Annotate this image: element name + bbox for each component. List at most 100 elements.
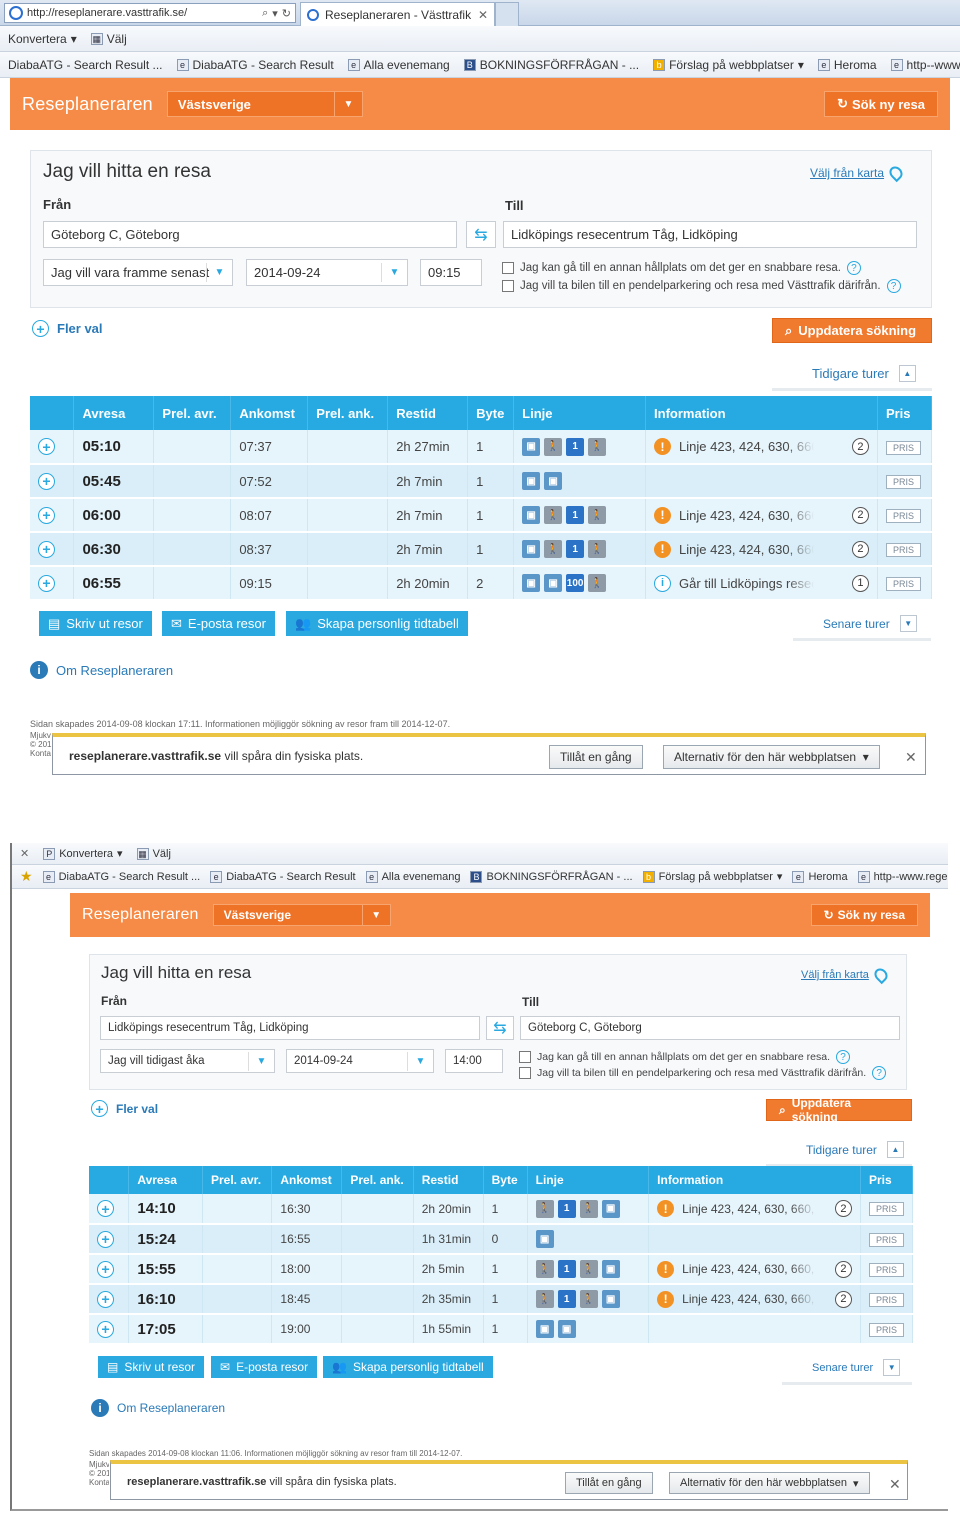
col-duration[interactable]: Restid	[387, 396, 469, 430]
update-search-button[interactable]: ⌕ Uppdatera sökning	[772, 318, 932, 343]
info-count-badge[interactable]: 2	[834, 1200, 852, 1217]
time-input[interactable]: 09:15	[420, 259, 482, 286]
site-options-button[interactable]: Alternativ för den här webbplatsen ▾	[669, 1472, 870, 1494]
from-input[interactable]: Lidköpings resecentrum Tåg, Lidköping	[100, 1016, 480, 1040]
personal-timetable-button[interactable]: 👥 Skapa personlig tidtabell	[286, 611, 468, 636]
warning-icon[interactable]: !	[654, 438, 672, 455]
info-count-badge[interactable]: 2	[851, 506, 869, 524]
favorite-item[interactable]: B BOKNINGSFÖRFRÅGAN - ...	[463, 58, 639, 72]
expand-row-icon[interactable]: +	[38, 540, 55, 558]
col-prel-departure[interactable]: Prel. avr.	[153, 396, 232, 430]
col-changes[interactable]: Byte	[467, 396, 515, 430]
swap-button[interactable]: ⇆	[486, 1016, 514, 1040]
info-count-badge[interactable]: 2	[851, 540, 869, 558]
park-and-ride-checkbox[interactable]: Jag vill ta bilen till en pendelparkerin…	[502, 279, 901, 293]
price-button[interactable]: PRIS	[885, 509, 921, 523]
table-row[interactable]: +06:00 08:07 2h 7min 1 ▣ 🚶 1 🚶! Linje 423, 424, …	[30, 498, 933, 533]
help-icon[interactable]: ?	[886, 279, 901, 293]
new-search-button[interactable]: ↻ Sök ny resa	[824, 91, 938, 117]
table-row[interactable]: +06:55 09:15 2h 20min 2 ▣ ▣ 100 🚶 i Går till Lidk…	[30, 566, 933, 601]
table-row[interactable]: +05:45 07:52 2h 7min 1 ▣ ▣ PRIS	[30, 464, 933, 499]
expand-row-icon[interactable]: +	[38, 438, 55, 455]
warning-icon[interactable]: !	[654, 506, 672, 524]
more-options-link[interactable]: + Fler val	[32, 320, 103, 337]
table-row[interactable]: +16:10 18:45 2h 35min 1 🚶 1 🚶 ▣! Linje 423, 424,…	[89, 1284, 914, 1315]
help-icon[interactable]: ?	[836, 1050, 851, 1064]
expand-row-icon[interactable]: +	[38, 574, 55, 592]
about-link[interactable]: i Om Reseplaneraren	[91, 1399, 225, 1417]
price-button[interactable]: PRIS	[885, 577, 921, 591]
walk-other-stop-checkbox[interactable]: Jag kan gå till en annan hållplats om de…	[502, 261, 861, 275]
site-options-button[interactable]: Alternativ för den här webbplatsen ▾	[663, 745, 880, 769]
help-icon[interactable]: ?	[846, 261, 861, 275]
expand-row-icon[interactable]: +	[97, 1260, 114, 1278]
price-button[interactable]: PRIS	[868, 1322, 904, 1337]
table-row[interactable]: +17:05 19:00 1h 55min 1 ▣ ▣ PRIS	[89, 1314, 914, 1345]
convert-button[interactable]: Konvertera ▾	[8, 32, 77, 46]
favorite-item[interactable]: DiabaATG - Search Result ...	[8, 58, 163, 72]
later-trips-link[interactable]: Senare turer ▼	[782, 1355, 912, 1385]
region-select[interactable]: Västsverige ▼	[212, 904, 391, 926]
to-input[interactable]: Göteborg C, Göteborg	[520, 1016, 900, 1040]
close-icon[interactable]: ✕	[905, 749, 917, 766]
to-input[interactable]: Lidköpings resecentrum Tåg, Lidköping	[503, 221, 917, 248]
table-row[interactable]: +05:10 07:37 2h 27min 1 ▣ 🚶 1 🚶! Linje 423, 424,…	[30, 430, 933, 465]
brand-title[interactable]: Reseplaneraren	[82, 906, 199, 924]
warning-icon[interactable]: !	[654, 540, 672, 558]
favorite-item[interactable]: e DiabaATG - Search Result	[210, 870, 356, 883]
address-bar[interactable]: http://reseplanerare.vasttrafik.se/ ⌕ ▾ ↻	[4, 3, 296, 23]
expand-row-icon[interactable]: +	[38, 472, 55, 490]
checkbox[interactable]	[519, 1067, 531, 1079]
info-count-badge[interactable]: 2	[834, 1260, 852, 1278]
col-arrival[interactable]: Ankomst	[271, 1166, 343, 1194]
warning-icon[interactable]: !	[657, 1260, 675, 1278]
help-icon[interactable]: ?	[872, 1066, 887, 1080]
checkbox[interactable]	[519, 1051, 531, 1063]
checkbox[interactable]	[502, 262, 514, 274]
expand-row-icon[interactable]: +	[97, 1320, 114, 1338]
favorite-item[interactable]: e Alla evenemang	[347, 58, 450, 72]
col-departure[interactable]: Avresa	[128, 1166, 203, 1194]
from-input[interactable]: Göteborg C, Göteborg	[43, 221, 457, 248]
time-mode-select[interactable]: Jag vill tidigast åka ▼	[100, 1049, 275, 1073]
price-button[interactable]: PRIS	[885, 440, 921, 455]
new-tab-button[interactable]	[495, 2, 519, 26]
table-row[interactable]: +06:30 08:37 2h 7min 1 ▣ 🚶 1 🚶! Linje 423, 424, …	[30, 532, 933, 567]
warning-icon[interactable]: !	[657, 1290, 675, 1308]
print-trips-button[interactable]: ▤ Skriv ut resor	[98, 1356, 205, 1378]
browser-tab[interactable]: Reseplaneraren - Västtrafik ✕	[300, 2, 495, 26]
col-prel-arrival[interactable]: Prel. ank.	[307, 396, 389, 430]
earlier-trips-link[interactable]: Tidigare turer ▲	[772, 361, 932, 391]
map-link[interactable]: Välj från karta	[810, 163, 906, 183]
email-trips-button[interactable]: ✉ E-posta resor	[211, 1356, 318, 1378]
time-input[interactable]: 14:00	[445, 1049, 503, 1073]
earlier-trips-link[interactable]: Tidigare turer ▲	[766, 1137, 912, 1167]
col-departure[interactable]: Avresa	[73, 396, 155, 430]
favorite-item[interactable]: ehttp--www.regering	[857, 870, 948, 883]
favorite-item[interactable]: e Alla evenemang	[365, 870, 460, 883]
swap-button[interactable]: ⇆	[466, 221, 496, 248]
allow-once-button[interactable]: Tillåt en gång	[549, 745, 643, 769]
search-icon[interactable]: ⌕	[262, 7, 268, 20]
allow-once-button[interactable]: Tillåt en gång	[565, 1472, 653, 1494]
expand-row-icon[interactable]: +	[97, 1230, 114, 1248]
walk-other-stop-checkbox[interactable]: Jag kan gå till en annan hållplats om de…	[519, 1050, 851, 1064]
update-search-button[interactable]: ⌕ Uppdatera sökning	[766, 1096, 912, 1124]
print-trips-button[interactable]: ▤ Skriv ut resor	[39, 611, 152, 636]
about-link[interactable]: i Om Reseplaneraren	[30, 661, 173, 679]
favorites-star-icon[interactable]: ★	[20, 868, 33, 885]
new-search-button[interactable]: ↻ Sök ny resa	[810, 904, 918, 926]
more-options-link[interactable]: + Fler val	[91, 1100, 158, 1117]
favorite-item[interactable]: ehttp--www.regering	[890, 58, 960, 72]
table-row[interactable]: +15:24 16:55 1h 31min 0 ▣ PRIS	[89, 1224, 914, 1255]
info-count-badge[interactable]: 2	[851, 438, 869, 455]
close-icon[interactable]: ✕	[20, 847, 29, 860]
col-prel-departure[interactable]: Prel. avr.	[202, 1166, 273, 1194]
region-select[interactable]: Västsverige ▼	[166, 91, 363, 117]
price-button[interactable]: PRIS	[885, 475, 921, 489]
date-select[interactable]: 2014-09-24 ▼	[286, 1049, 434, 1073]
col-changes[interactable]: Byte	[483, 1166, 528, 1194]
info-count-badge[interactable]: 2	[834, 1290, 852, 1308]
personal-timetable-button[interactable]: 👥 Skapa personlig tidtabell	[323, 1356, 493, 1378]
col-prel-arrival[interactable]: Prel. ank.	[341, 1166, 414, 1194]
